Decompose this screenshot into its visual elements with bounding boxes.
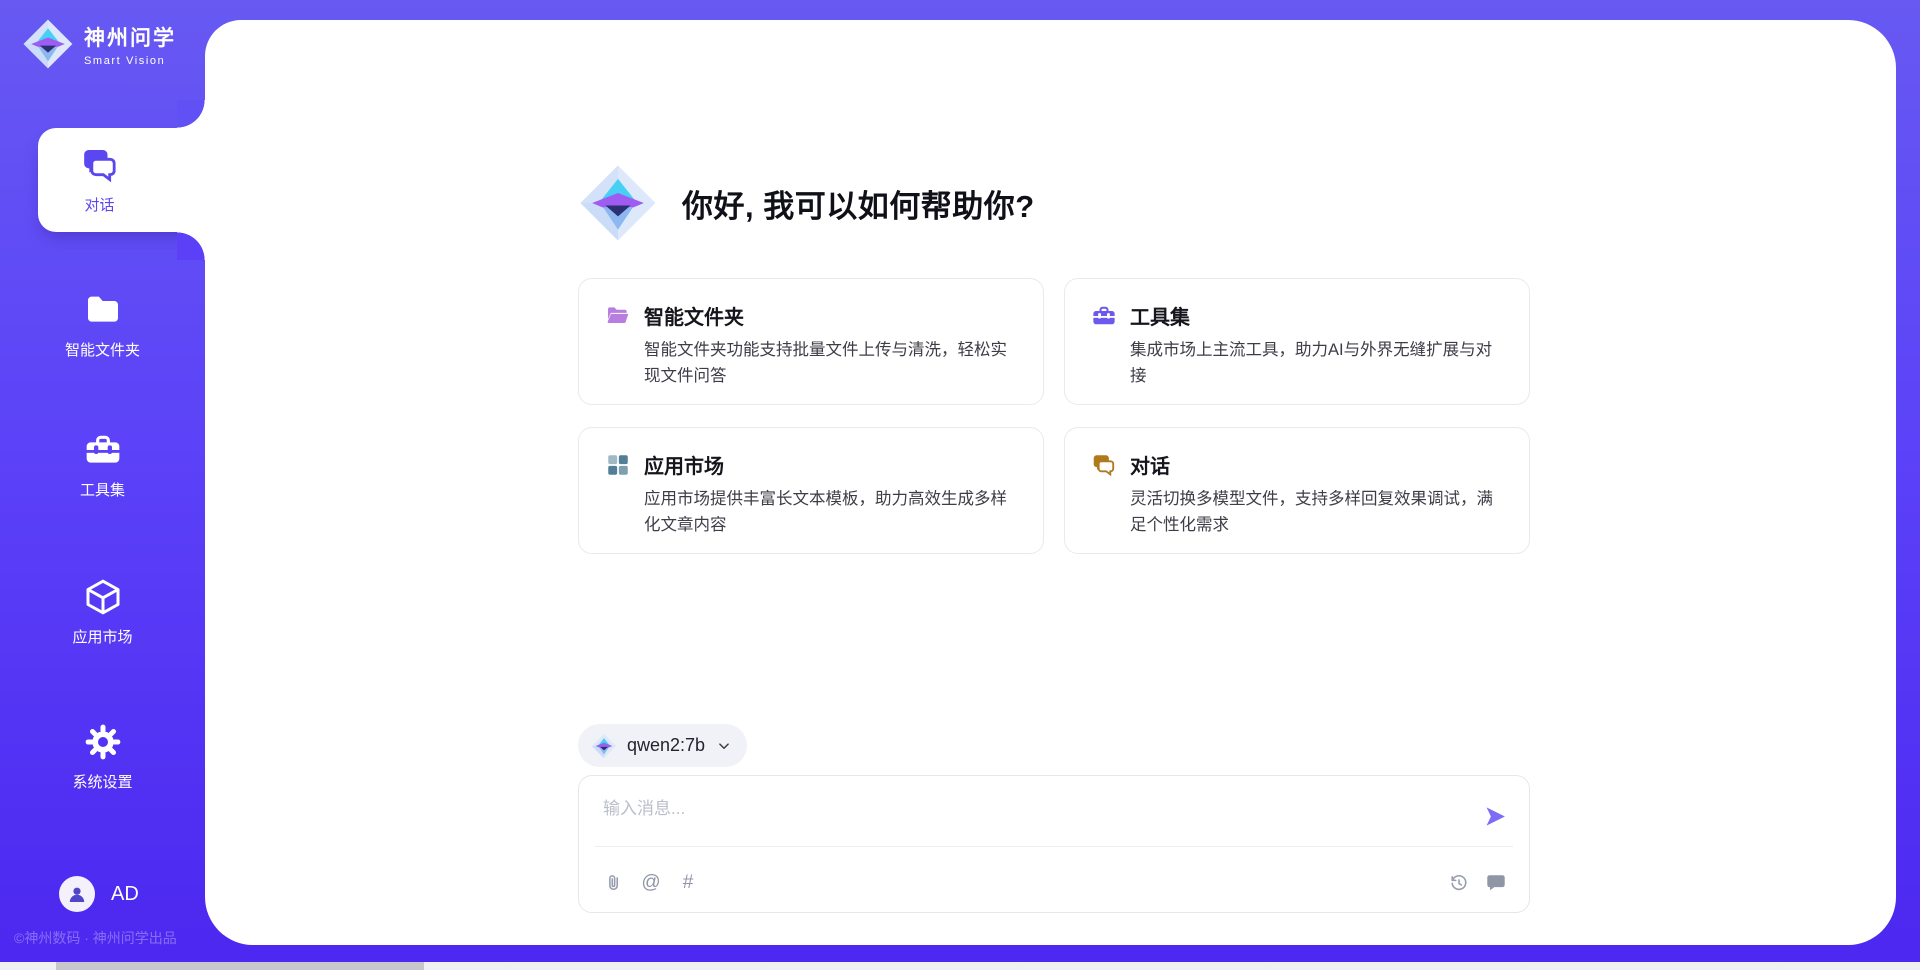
greeting-title: 你好, 我可以如何帮助你? — [682, 181, 1035, 226]
user-initials: AD — [111, 883, 139, 906]
brand-logo-icon — [22, 18, 74, 70]
sidebar-item-chat[interactable]: 对话 — [38, 128, 205, 232]
card-description: 应用市场提供丰富长文本模板，助力高效生成多样化文章内容 — [579, 479, 1043, 538]
sidebar-item-app-market[interactable]: 应用市场 — [0, 560, 205, 664]
card-title: 对话 — [1130, 450, 1170, 479]
scrollbar-thumb[interactable] — [56, 962, 424, 970]
gear-icon — [83, 722, 123, 762]
model-logo-icon — [591, 733, 617, 759]
card-smart-folder[interactable]: 智能文件夹 智能文件夹功能支持批量文件上传与清洗，轻松实现文件问答 — [578, 278, 1044, 405]
brand: 神州问学 Smart Vision — [22, 18, 176, 70]
message-input[interactable] — [579, 776, 1439, 842]
card-app-market[interactable]: 应用市场 应用市场提供丰富长文本模板，助力高效生成多样化文章内容 — [578, 427, 1044, 554]
user-profile[interactable]: AD — [59, 876, 139, 912]
sidebar-item-label: 系统设置 — [72, 771, 132, 792]
history-icon[interactable] — [1448, 872, 1470, 894]
sidebar: 神州问学 Smart Vision 对话 智能文件夹 — [0, 0, 205, 970]
sidebar-item-settings[interactable]: 系统设置 — [0, 705, 205, 809]
sidebar-item-label: 工具集 — [80, 479, 125, 500]
chevron-down-icon — [715, 737, 733, 755]
sidebar-item-toolset[interactable]: 工具集 — [0, 413, 205, 517]
cube-icon — [83, 577, 123, 617]
chat-bubbles-icon — [1091, 452, 1117, 478]
brand-subtitle: Smart Vision — [84, 55, 176, 67]
toolbox-icon — [1091, 303, 1117, 329]
grid-icon — [605, 452, 631, 478]
hashtag-icon[interactable]: # — [677, 872, 699, 894]
card-title: 智能文件夹 — [644, 301, 744, 330]
toolbox-icon — [83, 430, 123, 470]
model-name: qwen2:7b — [627, 735, 705, 756]
avatar — [59, 876, 95, 912]
sidebar-item-label: 应用市场 — [72, 626, 132, 647]
card-chat[interactable]: 对话 灵活切换多模型文件，支持多样回复效果调试，满足个性化需求 — [1064, 427, 1530, 554]
mention-icon[interactable]: @ — [640, 872, 662, 894]
card-title: 工具集 — [1130, 301, 1190, 330]
sidebar-item-label: 对话 — [84, 194, 114, 215]
card-toolset[interactable]: 工具集 集成市场上主流工具，助力AI与外界无缝扩展与对接 — [1064, 278, 1530, 405]
card-description: 智能文件夹功能支持批量文件上传与清洗，轻松实现文件问答 — [579, 330, 1043, 389]
person-icon — [65, 882, 89, 906]
composer-toolbar: @ # — [603, 846, 1507, 912]
assistant-logo-icon — [578, 163, 658, 243]
model-selector[interactable]: qwen2:7b — [578, 724, 747, 767]
brand-name: 神州问学 — [84, 22, 176, 52]
comment-icon[interactable] — [1485, 872, 1507, 894]
composer: @ # — [578, 775, 1530, 913]
card-description: 灵活切换多模型文件，支持多样回复效果调试，满足个性化需求 — [1065, 479, 1529, 538]
sidebar-item-smart-folder[interactable]: 智能文件夹 — [0, 273, 205, 377]
send-icon[interactable] — [1483, 804, 1508, 829]
feature-cards: 智能文件夹 智能文件夹功能支持批量文件上传与清洗，轻松实现文件问答 工具集 — [578, 278, 1530, 554]
main-panel: 你好, 我可以如何帮助你? 智能文件夹 智能文件夹功能支持批量文件上传与清洗，轻… — [205, 20, 1896, 945]
horizontal-scrollbar[interactable] — [0, 962, 1920, 970]
attachment-icon[interactable] — [603, 872, 625, 894]
sidebar-item-label: 智能文件夹 — [65, 339, 140, 360]
copyright-text: ©神州数码 · 神州问学出品 — [14, 928, 177, 948]
folder-icon — [83, 290, 123, 330]
card-description: 集成市场上主流工具，助力AI与外界无缝扩展与对接 — [1065, 330, 1529, 389]
greeting-block: 你好, 我可以如何帮助你? — [578, 163, 1035, 243]
card-title: 应用市场 — [644, 450, 724, 479]
open-folder-icon — [605, 303, 631, 329]
chat-bubbles-icon — [80, 145, 120, 185]
